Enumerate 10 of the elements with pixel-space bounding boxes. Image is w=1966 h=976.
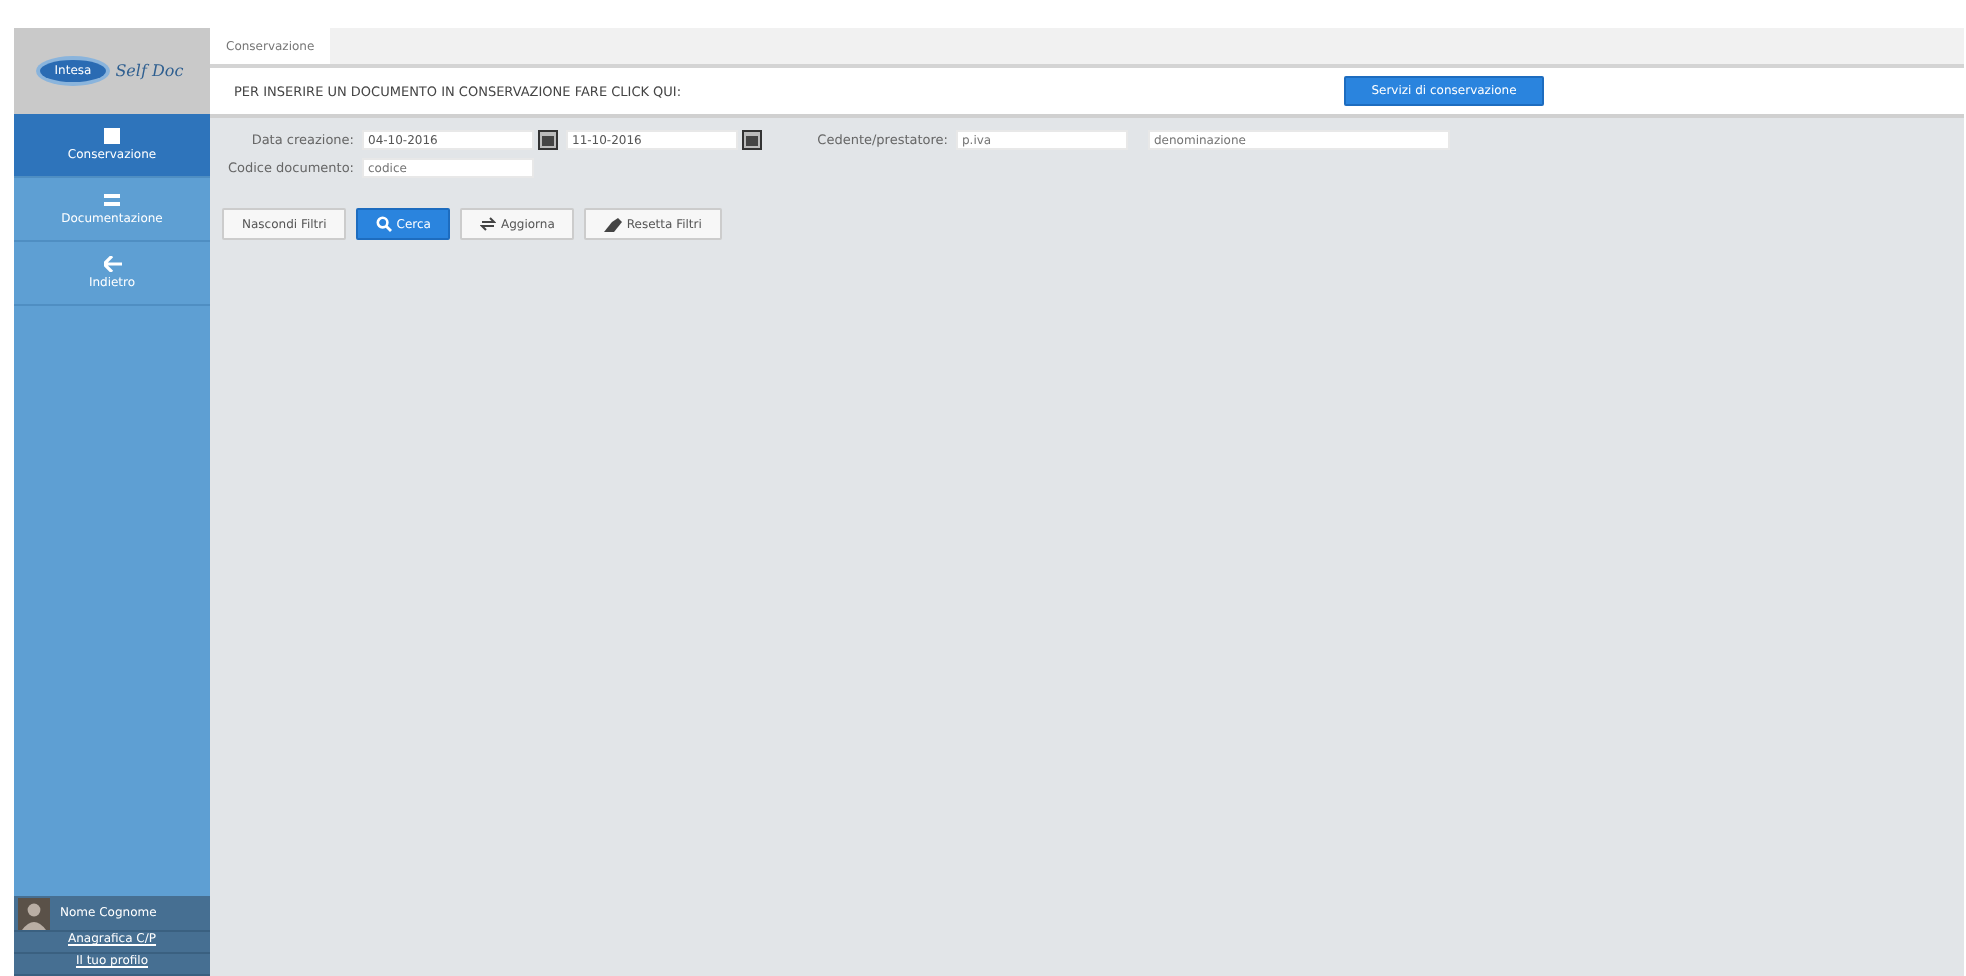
list-icon	[104, 192, 120, 208]
square-icon	[104, 128, 120, 144]
avatar-icon	[18, 897, 50, 929]
calendar-icon[interactable]	[538, 130, 558, 150]
eraser-icon	[604, 217, 623, 231]
arrow-left-icon	[103, 256, 121, 272]
refresh-icon	[480, 216, 497, 232]
calendar-icon[interactable]	[742, 130, 762, 150]
logo-text: Self Doc	[115, 62, 184, 80]
search-icon	[376, 216, 393, 232]
